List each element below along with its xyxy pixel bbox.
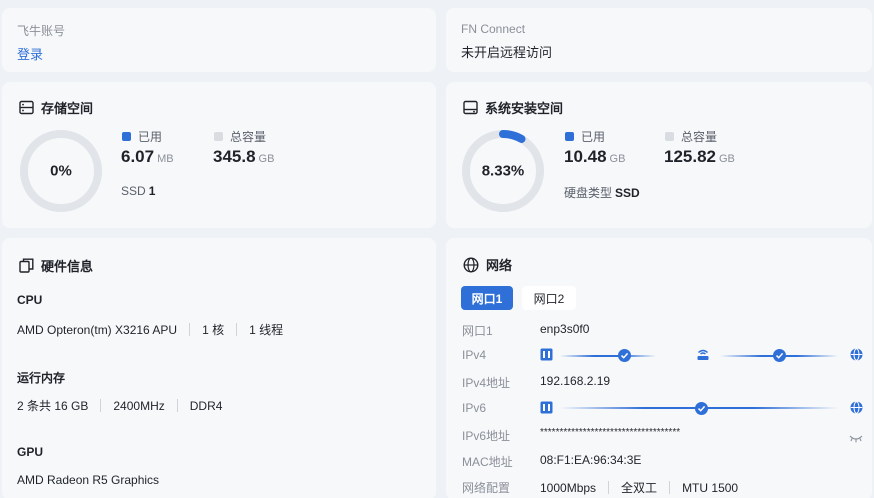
- ipv4-address-label: IPv4地址: [462, 376, 511, 390]
- storage-card: 存储空间 0% 已用 6.07 MB 总容量 345.8 GB SSD 1: [2, 82, 436, 228]
- network-title: 网络: [463, 255, 512, 274]
- system-space-card: 系统安装空间 8.33% 已用 10.48 GB 总容量 125.82 GB 硬盘类…: [446, 82, 872, 228]
- ipv4-internet-check-icon: [773, 349, 786, 362]
- system-used-legend: 已用: [565, 128, 605, 145]
- internet-globe-icon: [850, 348, 863, 366]
- account-label: 飞牛账号: [17, 24, 66, 38]
- ipv4-check-icon: [618, 349, 631, 362]
- nas-device-icon: [540, 401, 553, 419]
- account-card: 飞牛账号 登录: [2, 8, 436, 72]
- port-label: 网口1: [462, 324, 493, 338]
- storage-total-value: 345.8 GB: [213, 147, 275, 166]
- system-title-text: 系统安装空间: [485, 101, 564, 116]
- memory-size: 2 条共 16 GB: [17, 399, 89, 413]
- system-total-label: 总容量: [681, 130, 718, 144]
- storage-used-value: 6.07 MB: [121, 147, 174, 166]
- hard-drive-icon: [463, 100, 478, 115]
- system-disk-type: 硬盘类型 SSD: [564, 186, 640, 200]
- memory-info: 2 条共 16 GB 2400MHz DDR4: [17, 397, 222, 414]
- system-percent: 8.33%: [481, 162, 525, 180]
- memory-heading: 运行内存: [17, 371, 66, 385]
- system-total-value: 125.82 GB: [664, 147, 735, 166]
- mac-value: 08:F1:EA:96:34:3E: [540, 453, 642, 467]
- network-config-value: 1000Mbps 全双工 MTU 1500: [540, 479, 738, 496]
- hardware-title: 硬件信息: [19, 256, 93, 275]
- system-total-legend: 总容量: [665, 128, 717, 145]
- login-link[interactable]: 登录: [17, 44, 43, 63]
- ipv6-address-value: ************************************: [540, 427, 681, 438]
- tab-port-1[interactable]: 网口1: [461, 286, 513, 310]
- copy-icon: [19, 258, 34, 273]
- cpu-cores: 1 核: [202, 323, 225, 337]
- fn-connect-label: FN Connect: [461, 22, 526, 36]
- cpu-info: AMD Opteron(tm) X3216 APU 1 核 1 线程: [17, 321, 283, 338]
- ipv4-address-value: 192.168.2.19: [540, 374, 611, 388]
- ipv4-link-left: [560, 355, 656, 357]
- mac-label: MAC地址: [462, 455, 513, 469]
- storage-total-label: 总容量: [230, 130, 267, 144]
- total-square-icon: [214, 132, 223, 141]
- storage-icon: [19, 100, 34, 115]
- fn-connect-status: 未开启远程访问: [461, 45, 553, 60]
- hardware-title-text: 硬件信息: [41, 259, 94, 274]
- ipv6-address-label: IPv6地址: [462, 429, 511, 443]
- config-duplex: 全双工: [621, 481, 658, 495]
- memory-speed: 2400MHz: [113, 398, 165, 413]
- tab-port-2[interactable]: 网口2: [522, 286, 576, 310]
- system-used-label: 已用: [581, 130, 606, 144]
- used-square-icon: [122, 132, 131, 141]
- router-icon: [696, 347, 710, 366]
- cpu-threads: 1 线程: [249, 323, 284, 337]
- storage-title: 存储空间: [19, 98, 93, 117]
- eye-closed-icon[interactable]: [849, 430, 863, 448]
- ipv4-label: IPv4: [462, 348, 487, 362]
- memory-type: DDR4: [189, 398, 223, 413]
- storage-percent: 0%: [50, 162, 72, 180]
- gpu-info: AMD Radeon R5 Graphics: [17, 473, 159, 487]
- network-card: 网络 网口1 网口2 网口1 enp3s0f0 IPv4 IPv4地址 192.…: [446, 238, 872, 498]
- globe-icon: [463, 256, 479, 273]
- network-title-text: 网络: [486, 258, 513, 273]
- gpu-model: AMD Radeon R5 Graphics: [17, 473, 160, 487]
- gpu-heading: GPU: [17, 445, 44, 459]
- system-used-value: 10.48 GB: [564, 147, 626, 166]
- hardware-card: 硬件信息 CPU AMD Opteron(tm) X3216 APU 1 核 1…: [2, 238, 436, 498]
- storage-ring: 0%: [18, 128, 104, 214]
- fn-connect-card: FN Connect 未开启远程访问: [446, 8, 872, 72]
- storage-used-label: 已用: [138, 130, 163, 144]
- system-ring: 8.33%: [460, 128, 546, 214]
- network-config-label: 网络配置: [462, 481, 511, 495]
- storage-title-text: 存储空间: [41, 101, 94, 116]
- storage-disk-count: SSD 1: [121, 184, 156, 198]
- cpu-heading: CPU: [17, 293, 43, 307]
- config-speed: 1000Mbps: [540, 480, 597, 495]
- internet-globe-icon: [850, 401, 863, 419]
- ipv6-label: IPv6: [462, 401, 487, 415]
- storage-total-legend: 总容量: [214, 128, 266, 145]
- total-square-icon: [665, 132, 674, 141]
- config-mtu: MTU 1500: [682, 480, 739, 495]
- used-square-icon: [565, 132, 574, 141]
- ipv6-check-icon: [695, 402, 708, 415]
- storage-used-legend: 已用: [122, 128, 162, 145]
- cpu-model: AMD Opteron(tm) X3216 APU: [17, 322, 178, 337]
- system-title: 系统安装空间: [463, 98, 563, 117]
- port-value: enp3s0f0: [540, 322, 590, 336]
- nas-device-icon: [540, 348, 553, 366]
